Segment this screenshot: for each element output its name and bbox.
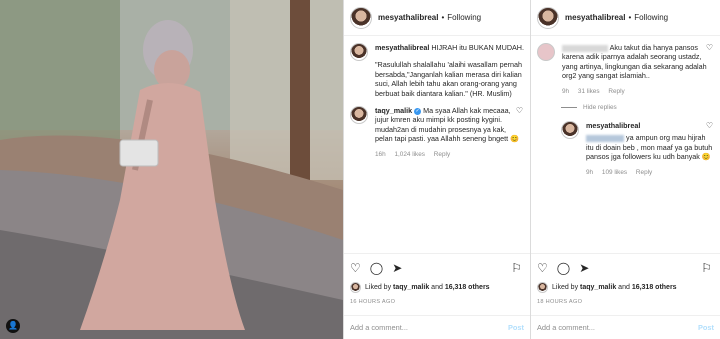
caption-quote: "Rasulullah shalallahu 'alaihi wasallam … bbox=[375, 60, 522, 98]
post-header: mesyathalibreal • Following bbox=[531, 0, 720, 36]
post-button[interactable]: Post bbox=[508, 323, 524, 332]
comment-username[interactable]: taqy_malik bbox=[375, 106, 412, 115]
comments-area[interactable]: mesyathalibreal HIJRAH itu BUKAN MUDAH. … bbox=[344, 37, 530, 247]
share-icon[interactable]: ➤ bbox=[579, 261, 589, 275]
avatar[interactable] bbox=[350, 43, 368, 61]
share-icon[interactable]: ➤ bbox=[392, 261, 402, 275]
comment-like-icon[interactable]: ♡ bbox=[516, 106, 523, 115]
post-panel-left: mesyathalibreal • Following mesyathalibr… bbox=[343, 0, 530, 339]
action-bar: ♡ ◯ ➤ ⚐ bbox=[350, 260, 524, 276]
liked-by-others[interactable]: 16,318 others bbox=[632, 284, 677, 291]
comments-area[interactable]: Aku takut dia hanya pansos karena adik i… bbox=[531, 37, 720, 247]
heart-icon[interactable]: ♡ bbox=[350, 261, 361, 275]
comment-icon[interactable]: ◯ bbox=[557, 261, 570, 275]
reply-item: mesyathalibreal ya ampun org mau hijrah … bbox=[561, 121, 714, 177]
liked-by: Liked by taqy_malik and 16,318 others bbox=[350, 282, 524, 293]
comment-likes[interactable]: 31 likes bbox=[578, 88, 600, 95]
action-bar: ♡ ◯ ➤ ⚐ bbox=[537, 260, 714, 276]
post-header: mesyathalibreal • Following bbox=[344, 0, 530, 36]
add-comment-bar: Post bbox=[531, 315, 720, 339]
redacted-username bbox=[562, 44, 608, 52]
hide-replies-button[interactable]: Hide replies bbox=[561, 104, 714, 111]
post-footer: ♡ ◯ ➤ ⚐ Liked by taqy_malik and 16,318 o… bbox=[531, 253, 720, 305]
avatar[interactable] bbox=[561, 121, 579, 140]
comment-like-icon[interactable]: ♡ bbox=[706, 121, 713, 130]
reply-button[interactable]: Reply bbox=[434, 151, 450, 158]
reply-time[interactable]: 9h bbox=[586, 169, 593, 176]
separator-dot: • bbox=[628, 13, 632, 22]
photo-scene bbox=[0, 0, 343, 339]
redacted-mention bbox=[586, 135, 624, 143]
reply-button[interactable]: Reply bbox=[636, 169, 652, 176]
post-button[interactable]: Post bbox=[698, 323, 714, 332]
bookmark-icon[interactable]: ⚐ bbox=[511, 261, 522, 275]
comment-time[interactable]: 16h bbox=[375, 151, 386, 158]
liked-by-joiner: and bbox=[431, 284, 443, 291]
avatar bbox=[537, 282, 548, 293]
liked-by-user[interactable]: taqy_malik bbox=[393, 284, 429, 291]
post-panel-right: mesyathalibreal • Following Aku takut di… bbox=[530, 0, 720, 339]
add-comment-bar: Post bbox=[344, 315, 530, 339]
verified-icon: ✓ bbox=[414, 107, 422, 115]
liked-by-prefix: Liked by bbox=[552, 284, 579, 291]
avatar[interactable] bbox=[350, 6, 372, 29]
liked-by-user[interactable]: taqy_malik bbox=[580, 284, 616, 291]
liked-by-joiner: and bbox=[618, 284, 630, 291]
caption: mesyathalibreal HIJRAH itu BUKAN MUDAH. … bbox=[350, 43, 524, 98]
reply-username[interactable]: mesyathalibreal bbox=[586, 121, 640, 130]
caption-text: HIJRAH itu BUKAN MUDAH. bbox=[431, 43, 524, 52]
following-button[interactable]: Following bbox=[634, 13, 668, 22]
avatar[interactable] bbox=[537, 6, 559, 29]
bookmark-icon[interactable]: ⚐ bbox=[701, 261, 712, 275]
reply-button[interactable]: Reply bbox=[608, 88, 624, 95]
post-timestamp[interactable]: 18 HOURS AGO bbox=[537, 299, 714, 305]
header-username[interactable]: mesyathalibreal bbox=[565, 13, 625, 22]
avatar[interactable] bbox=[350, 106, 368, 125]
liked-by-others[interactable]: 16,318 others bbox=[445, 284, 490, 291]
liked-by-prefix: Liked by bbox=[365, 284, 392, 291]
heart-icon[interactable]: ♡ bbox=[537, 261, 548, 275]
header-username[interactable]: mesyathalibreal bbox=[378, 13, 438, 22]
list-item: Aku takut dia hanya pansos karena adik i… bbox=[537, 43, 714, 96]
following-button[interactable]: Following bbox=[447, 13, 481, 22]
comment-input[interactable] bbox=[350, 323, 508, 332]
avatar[interactable] bbox=[537, 43, 555, 61]
list-item: taqy_malik ✓ Ma syaa Allah kak mecaaa, j… bbox=[350, 106, 524, 159]
caption-username[interactable]: mesyathalibreal bbox=[375, 43, 429, 52]
post-footer: ♡ ◯ ➤ ⚐ Liked by taqy_malik and 16,318 o… bbox=[344, 253, 530, 305]
reply-likes[interactable]: 109 likes bbox=[602, 169, 627, 176]
comment-time[interactable]: 9h bbox=[562, 88, 569, 95]
comment-icon[interactable]: ◯ bbox=[370, 261, 383, 275]
post-photo: 👤 bbox=[0, 0, 343, 339]
post-timestamp[interactable]: 16 HOURS AGO bbox=[350, 299, 524, 305]
comment-likes[interactable]: 1,024 likes bbox=[394, 151, 425, 158]
avatar bbox=[350, 282, 361, 293]
user-tag-icon[interactable]: 👤 bbox=[6, 319, 20, 333]
comment-like-icon[interactable]: ♡ bbox=[706, 43, 713, 52]
comment-input[interactable] bbox=[537, 323, 698, 332]
separator-dot: • bbox=[441, 13, 445, 22]
liked-by: Liked by taqy_malik and 16,318 others bbox=[537, 282, 714, 293]
